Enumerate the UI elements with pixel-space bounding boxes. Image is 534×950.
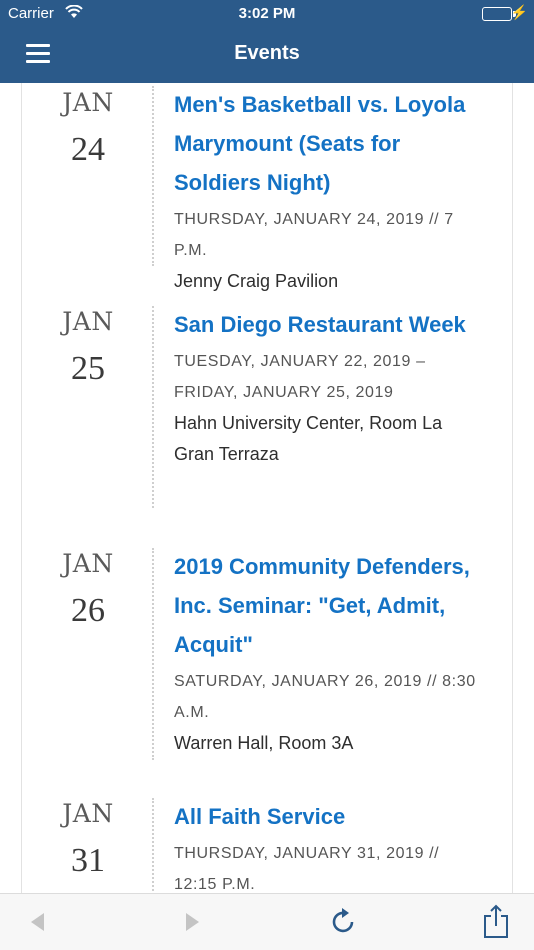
events-list[interactable]: JAN 24 Men's Basketball vs. Loyola Marym… — [0, 83, 534, 893]
dotted-divider — [152, 548, 154, 760]
event-title-link[interactable]: All Faith Service — [174, 797, 484, 836]
event-date-block: JAN 24 — [22, 83, 154, 169]
event-day: 31 — [71, 842, 105, 879]
event-datetime: THURSDAY, JANUARY 24, 2019 // 7 P.M. — [174, 211, 454, 259]
battery-icon — [482, 7, 512, 21]
status-bar: Carrier 3:02 PM ⚡ — [0, 0, 534, 28]
event-location: Hahn University Center, Room La Gran Ter… — [174, 413, 443, 464]
forward-arrow-icon[interactable] — [182, 911, 202, 938]
dotted-divider — [152, 798, 154, 893]
event-location: Warren Hall, Room 3A — [174, 733, 354, 753]
event-month: JAN — [62, 88, 114, 117]
event-title-link[interactable]: 2019 Community Defenders, Inc. Seminar: … — [174, 547, 484, 664]
events-card: JAN 24 Men's Basketball vs. Loyola Marym… — [21, 83, 513, 893]
back-arrow-icon[interactable] — [28, 911, 48, 938]
event-day: 25 — [71, 350, 105, 387]
charging-icon: ⚡ — [510, 4, 528, 20]
event-location: Jenny Craig Pavilion — [174, 271, 339, 291]
event-date-block: JAN 31 — [22, 784, 154, 880]
event-datetime: THURSDAY, JANUARY 31, 2019 // 12:15 P.M. — [174, 845, 440, 893]
reload-icon[interactable] — [330, 907, 358, 942]
event-day: 24 — [71, 131, 105, 168]
event-date-block: JAN 26 — [22, 534, 154, 630]
browser-toolbar — [0, 893, 534, 950]
event-title-link[interactable]: San Diego Restaurant Week — [174, 305, 484, 344]
dotted-divider — [152, 306, 154, 508]
event-datetime: TUESDAY, JANUARY 22, 2019 – FRIDAY, JANU… — [174, 353, 426, 401]
event-title-link[interactable]: Men's Basketball vs. Loyola Marymount (S… — [174, 85, 484, 202]
event-date-block: JAN 25 — [22, 292, 154, 388]
nav-bar: Events — [0, 28, 534, 83]
clock: 3:02 PM — [238, 5, 296, 22]
event-month: JAN — [62, 799, 114, 828]
event-month: JAN — [62, 307, 114, 336]
event-datetime: SATURDAY, JANUARY 26, 2019 // 8:30 A.M. — [174, 673, 476, 721]
event-day: 26 — [71, 592, 105, 629]
event-month: JAN — [62, 549, 114, 578]
dotted-divider — [152, 86, 154, 266]
share-icon[interactable] — [482, 904, 510, 945]
page-title: Events — [234, 42, 300, 64]
